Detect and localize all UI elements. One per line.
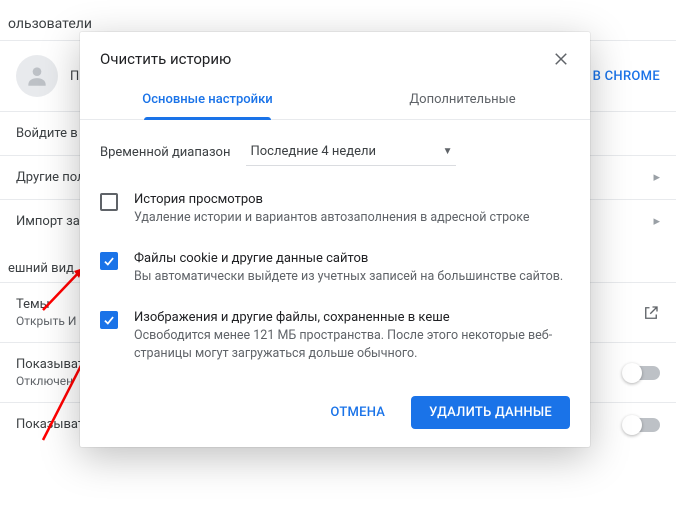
checkbox-cache[interactable] [100,311,118,329]
themes-sub: Открыть И [16,314,76,328]
option-browsing-history: История просмотров Удаление истории и ва… [100,180,570,239]
other-users-label: Другие пол [16,170,85,185]
history-desc: Удаление истории и вариантов автозаполне… [134,209,530,227]
cancel-button[interactable]: ОТМЕНА [312,396,403,429]
clear-browsing-data-dialog: Очистить историю Основные настройки Допо… [80,32,590,447]
cookies-desc: Вы автоматически выйдете из учетных запи… [134,268,563,286]
chrome-signin-link[interactable]: В CHROME [593,69,660,84]
cache-title: Изображения и другие файлы, сохраненные … [134,310,570,325]
launch-icon [642,304,660,322]
toggle-switch[interactable] [624,418,660,432]
checkbox-cookies[interactable] [100,252,118,270]
history-title: История просмотров [134,192,530,207]
show1-label: Показыват [16,357,84,372]
avatar [16,55,58,97]
import-label: Импорт за [16,214,80,229]
chevron-right-icon: ▸ [653,214,660,229]
chevron-right-icon: ▸ [653,170,660,185]
chevron-down-icon: ▼ [443,146,453,157]
dialog-tabs: Основные настройки Дополнительные [80,80,590,120]
clear-data-button[interactable]: УДАЛИТЬ ДАННЫЕ [411,396,570,429]
profile-name-partial: П [70,69,79,84]
time-range-select[interactable]: Последние 4 недели ▼ [246,138,456,166]
tab-advanced[interactable]: Дополнительные [335,80,590,119]
close-icon[interactable] [552,50,570,68]
tab-basic[interactable]: Основные настройки [80,80,335,119]
option-cache: Изображения и другие файлы, сохраненные … [100,298,570,375]
cache-desc: Освободится менее 121 МБ пространства. П… [134,327,570,363]
time-range-label: Временной диапазон [100,145,230,160]
time-range-value: Последние 4 недели [250,144,376,159]
checkbox-history[interactable] [100,193,118,211]
dialog-title: Очистить историю [100,50,231,68]
option-cookies: Файлы cookie и другие данные сайтов Вы а… [100,239,570,298]
themes-label: Темы [16,297,76,312]
show2-label: Показыват [16,417,84,432]
show1-sub: Отключен [16,374,84,388]
cookies-title: Файлы cookie и другие данные сайтов [134,251,563,266]
toggle-switch[interactable] [624,366,660,380]
